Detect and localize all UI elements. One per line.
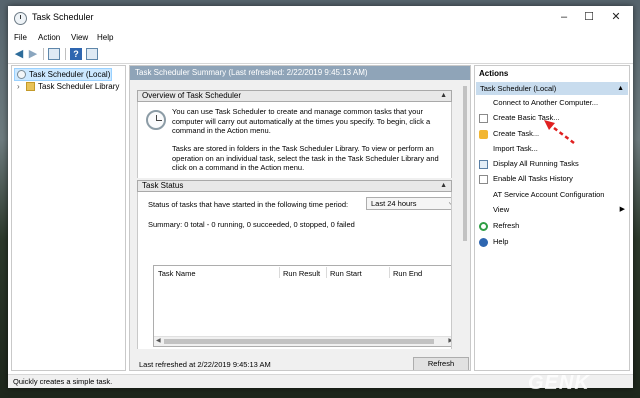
refresh-button[interactable]: Refresh bbox=[413, 357, 469, 370]
menu-action[interactable]: Action bbox=[38, 33, 60, 42]
column-divider[interactable] bbox=[326, 267, 327, 278]
tree-item-label: Task Scheduler (Local) bbox=[29, 70, 111, 79]
scroll-right-icon[interactable]: ▶ bbox=[448, 337, 451, 344]
refresh-icon bbox=[479, 221, 488, 231]
action-label: View bbox=[493, 205, 510, 214]
action-display-all-running-tasks[interactable]: Display All Running Tasks bbox=[479, 158, 627, 170]
action-label: Connect to Another Computer... bbox=[493, 98, 599, 107]
red-pointer-arrow-icon bbox=[544, 120, 575, 144]
section-title: Overview of Task Scheduler bbox=[142, 91, 242, 100]
action-refresh[interactable]: Refresh bbox=[479, 220, 627, 232]
collapse-icon[interactable]: ▲ bbox=[440, 91, 447, 101]
task-status-section-body: Status of tasks that have started in the… bbox=[137, 192, 452, 349]
blank-icon bbox=[479, 99, 488, 108]
actions-pane: Actions Task Scheduler (Local) ▲ Connect… bbox=[474, 65, 630, 371]
action-view[interactable]: View ▶ bbox=[479, 204, 627, 216]
toolbar-separator bbox=[65, 48, 66, 60]
column-header-run-result[interactable]: Run Result bbox=[283, 269, 320, 278]
period-select[interactable]: Last 24 hours ⌵ bbox=[366, 197, 451, 210]
task-scheduler-clock-icon bbox=[146, 110, 166, 130]
list-icon bbox=[479, 159, 488, 169]
column-header-run-start[interactable]: Run Start bbox=[330, 269, 362, 278]
tree-item-task-scheduler-library[interactable]: › Task Scheduler Library bbox=[17, 81, 120, 92]
blank-icon bbox=[479, 206, 488, 215]
window-title: Task Scheduler bbox=[32, 12, 94, 22]
column-header-run-end[interactable]: Run End bbox=[393, 269, 422, 278]
menu-view[interactable]: View bbox=[71, 33, 88, 42]
toolbar-separator bbox=[43, 48, 44, 60]
help-icon[interactable]: ? bbox=[70, 48, 82, 60]
clock-icon bbox=[17, 70, 26, 80]
horizontal-scrollbar[interactable]: ◀ ▶ bbox=[154, 336, 451, 346]
actions-group-label: Task Scheduler (Local) bbox=[480, 84, 557, 93]
actions-group-header[interactable]: Task Scheduler (Local) ▲ bbox=[476, 82, 628, 95]
task-scheduler-icon bbox=[14, 12, 27, 25]
task-status-table[interactable]: Task Name Run Result Run Start Run End ◀… bbox=[153, 265, 451, 347]
blank-icon bbox=[479, 191, 488, 200]
tree-item-label: Task Scheduler Library bbox=[38, 82, 120, 91]
overview-section-header[interactable]: Overview of Task Scheduler ▲ bbox=[137, 90, 452, 102]
console-tree: Task Scheduler (Local) › Task Scheduler … bbox=[11, 65, 126, 371]
last-refreshed-text: Last refreshed at 2/22/2019 9:45:13 AM bbox=[139, 360, 271, 369]
actions-title: Actions bbox=[479, 69, 509, 78]
menu-file[interactable]: File bbox=[14, 33, 27, 42]
title-bar: Task Scheduler – ☐ ✕ bbox=[8, 6, 633, 30]
action-label: AT Service Account Configuration bbox=[493, 190, 605, 199]
action-label: Import Task... bbox=[493, 144, 538, 153]
collapse-icon[interactable]: ▲ bbox=[440, 181, 447, 191]
tree-item-task-scheduler-local[interactable]: Task Scheduler (Local) bbox=[14, 68, 112, 81]
action-label: Enable All Tasks History bbox=[493, 174, 573, 183]
scrollbar-thumb[interactable] bbox=[463, 86, 467, 241]
forward-arrow-icon[interactable]: ▶ bbox=[27, 48, 39, 60]
action-enable-all-tasks-history[interactable]: Enable All Tasks History bbox=[479, 173, 627, 185]
help-icon bbox=[479, 237, 488, 247]
maximize-button[interactable]: ☐ bbox=[581, 10, 597, 24]
toolbar: ◀ ▶ ? bbox=[8, 45, 633, 64]
summary-pane: Task Scheduler Summary (Last refreshed: … bbox=[129, 65, 471, 371]
column-divider[interactable] bbox=[389, 267, 390, 278]
action-connect-to-another-computer[interactable]: Connect to Another Computer... bbox=[479, 97, 627, 109]
blank-icon bbox=[479, 145, 488, 154]
create-task-icon bbox=[479, 129, 488, 139]
task-summary: Summary: 0 total - 0 running, 0 succeede… bbox=[148, 220, 355, 229]
scroll-left-icon[interactable]: ◀ bbox=[156, 337, 161, 344]
action-label: Create Task... bbox=[493, 129, 540, 138]
task-status-section-header[interactable]: Task Status ▲ bbox=[137, 180, 452, 192]
submenu-arrow-icon: ▶ bbox=[619, 206, 625, 213]
action-label: Help bbox=[493, 237, 509, 246]
summary-header: Task Scheduler Summary (Last refreshed: … bbox=[130, 66, 470, 80]
overview-section-body: You can use Task Scheduler to create and… bbox=[137, 102, 452, 178]
menu-help[interactable]: Help bbox=[97, 33, 113, 42]
minimize-button[interactable]: – bbox=[556, 10, 572, 24]
show-hide-action-pane-icon[interactable] bbox=[86, 48, 98, 60]
overview-text-2: Tasks are stored in folders in the Task … bbox=[172, 144, 439, 172]
history-icon bbox=[479, 174, 488, 184]
close-button[interactable]: ✕ bbox=[608, 10, 624, 24]
scrollbar-thumb[interactable] bbox=[164, 339, 434, 344]
show-hide-console-tree-icon[interactable] bbox=[48, 48, 60, 60]
action-label: Refresh bbox=[493, 221, 520, 230]
menu-bar: File Action View Help bbox=[8, 30, 633, 45]
action-help[interactable]: Help bbox=[479, 236, 627, 248]
action-label: Display All Running Tasks bbox=[493, 159, 579, 168]
column-header-task-name[interactable]: Task Name bbox=[158, 269, 196, 278]
vertical-scrollbar[interactable] bbox=[460, 80, 470, 350]
column-divider[interactable] bbox=[279, 267, 280, 278]
overview-text-1: You can use Task Scheduler to create and… bbox=[172, 107, 431, 135]
genk-watermark: GENK bbox=[528, 372, 590, 394]
back-arrow-icon[interactable]: ◀ bbox=[13, 48, 25, 60]
period-select-value: Last 24 hours bbox=[371, 199, 417, 208]
chevron-down-icon: ⌵ bbox=[449, 198, 451, 209]
folder-icon bbox=[26, 82, 35, 92]
create-basic-task-icon bbox=[479, 113, 488, 123]
status-period-label: Status of tasks that have started in the… bbox=[148, 200, 349, 209]
task-scheduler-window: Task Scheduler – ☐ ✕ File Action View He… bbox=[8, 6, 633, 388]
section-title: Task Status bbox=[142, 181, 184, 190]
action-at-service-account-configuration[interactable]: AT Service Account Configuration bbox=[479, 189, 627, 201]
chevron-right-icon[interactable]: › bbox=[17, 81, 20, 92]
collapse-icon[interactable]: ▲ bbox=[617, 82, 624, 95]
